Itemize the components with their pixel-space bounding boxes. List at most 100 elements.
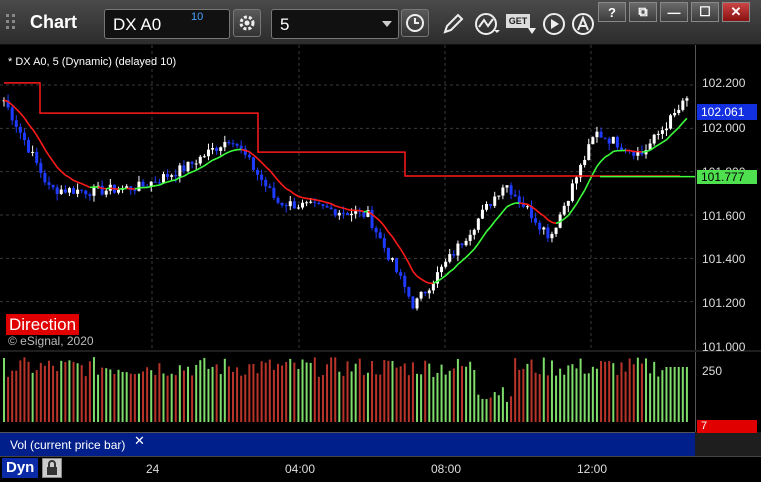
candle-body [321, 204, 324, 206]
ma-segment [286, 189, 290, 191]
candle-body [178, 165, 181, 176]
get-button[interactable]: GET [506, 12, 538, 36]
volume-bar [216, 364, 218, 422]
volume-bar [130, 374, 132, 422]
ma-segment [184, 174, 188, 177]
time-axis[interactable]: 24 04:00 08:00 12:00 [0, 456, 761, 482]
volume-bar [277, 364, 279, 422]
volume-bar [162, 373, 164, 422]
time-tick: 24 [146, 462, 159, 476]
ma-segment [327, 203, 331, 204]
restore-button[interactable]: ⧉ [629, 2, 657, 22]
candle-body [583, 160, 586, 165]
candle-body [375, 228, 378, 232]
candle-body [199, 157, 202, 164]
candle-body [182, 165, 185, 171]
ma-segment [74, 180, 78, 182]
volume-bar [297, 369, 299, 422]
candle-body [203, 156, 206, 157]
candle-body [219, 147, 222, 151]
draw-button[interactable] [440, 11, 466, 37]
volume-bar [506, 402, 508, 422]
volume-bar [183, 370, 185, 422]
candle-body [240, 146, 243, 149]
candle-body [481, 210, 484, 219]
ma-segment [458, 261, 462, 264]
candle-body [575, 177, 578, 183]
alert-button[interactable] [570, 11, 596, 37]
volume-bar [220, 374, 222, 422]
ma-segment [585, 182, 589, 190]
candle-body [142, 182, 145, 187]
candle-body [166, 174, 169, 177]
minimize-button[interactable]: — [660, 2, 688, 22]
volume-bar [44, 366, 46, 422]
ma-segment [519, 203, 523, 204]
ma-segment [487, 227, 491, 232]
volume-bar [580, 359, 582, 422]
candle-body [256, 170, 259, 175]
interval-select[interactable]: 5 [271, 9, 399, 39]
candle-body [276, 198, 279, 203]
dynamic-label[interactable]: Dyn [2, 458, 38, 478]
volume-bar [36, 370, 38, 422]
ma-segment [478, 237, 482, 243]
ma-segment [49, 156, 53, 162]
volume-bar [265, 363, 267, 422]
volume-bar [391, 361, 393, 422]
volume-bar [469, 362, 471, 422]
replay-button[interactable] [541, 11, 567, 37]
candle-body [501, 188, 504, 196]
help-button[interactable]: ? [598, 2, 626, 22]
time-button[interactable] [401, 9, 429, 37]
last-price-badge: 102.061 [697, 104, 757, 120]
volume-bar [608, 361, 610, 422]
price-tick: 102.000 [702, 121, 745, 135]
lock-button[interactable] [42, 458, 62, 478]
ma-segment [454, 264, 458, 269]
volume-bar [306, 362, 308, 422]
copyright: © eSignal, 2020 [8, 334, 94, 348]
price-axis[interactable]: 102.200 102.000 101.800 101.600 101.400 … [695, 45, 761, 350]
close-button[interactable]: ✕ [722, 2, 750, 22]
volume-bar [138, 374, 140, 422]
volume-bar [187, 367, 189, 422]
volume-bar [212, 367, 214, 422]
candle-body [473, 230, 476, 235]
grip-icon[interactable] [4, 12, 18, 32]
price-chart[interactable] [0, 45, 695, 350]
volume-bar [244, 375, 246, 422]
volume-bar [514, 358, 516, 422]
ma-segment [491, 221, 495, 226]
ma-segment [466, 253, 470, 257]
candle-body [571, 183, 574, 200]
volume-close-button[interactable]: ✕ [134, 433, 145, 449]
candle-body [354, 211, 357, 214]
volume-bar [355, 364, 357, 422]
ma-segment [511, 203, 515, 204]
maximize-button[interactable]: ☐ [691, 2, 719, 22]
volume-bar [531, 360, 533, 422]
volume-chart[interactable] [0, 352, 695, 432]
volume-bar [48, 361, 50, 422]
candle-body [346, 213, 349, 215]
ma-segment [417, 276, 421, 279]
candle-body [297, 208, 300, 209]
ma-segment [172, 180, 176, 181]
ma-segment [577, 197, 581, 204]
volume-bar [77, 363, 79, 422]
candle-body [56, 187, 59, 193]
symbol-input[interactable]: DX A0 10 [104, 9, 230, 39]
candle-body [469, 235, 472, 241]
settings-button[interactable] [233, 9, 261, 37]
ma-segment [106, 188, 110, 189]
ma-segment [360, 211, 364, 212]
candle-body [342, 213, 345, 214]
candle-body [88, 194, 91, 196]
volume-bar [338, 372, 340, 422]
studies-button[interactable] [473, 11, 503, 37]
ma-segment [536, 210, 540, 214]
ma-segment [290, 191, 294, 194]
volume-bar [28, 362, 30, 422]
candle-body [252, 157, 255, 170]
